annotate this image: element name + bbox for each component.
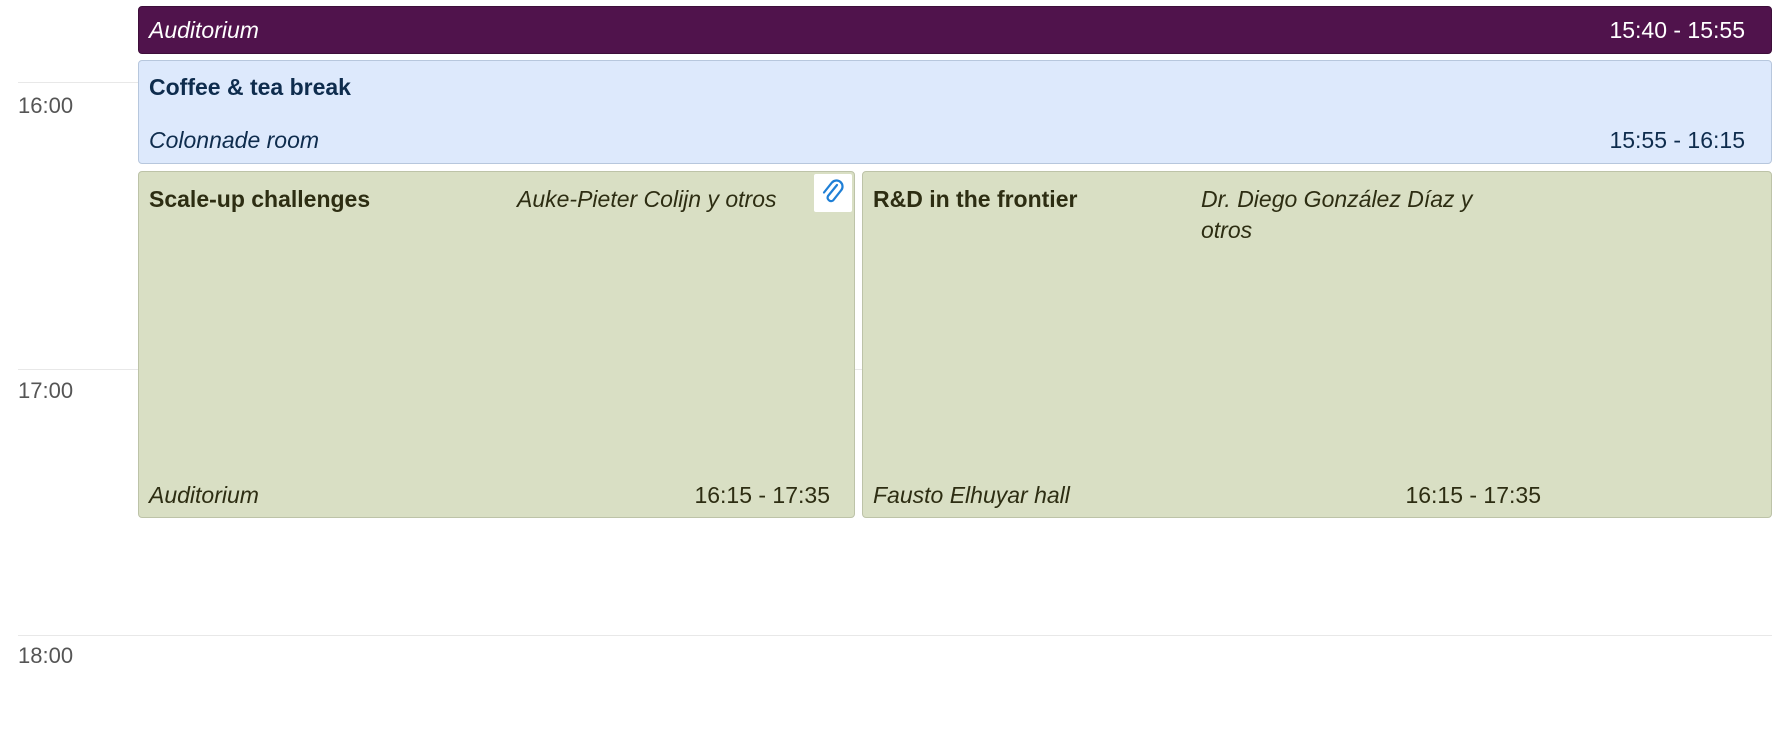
hour-line-1800 <box>18 635 1772 636</box>
event-location: Auditorium <box>149 482 259 508</box>
event-location: Colonnade room <box>149 127 320 153</box>
event-time: 16:15 - 17:35 <box>694 482 830 508</box>
hour-label-1600: 16:00 <box>18 93 74 118</box>
event-speakers-line2: otros <box>1201 217 1253 243</box>
event-title: Scale-up challenges <box>149 186 371 212</box>
event-title: R&D in the frontier <box>873 186 1078 212</box>
event-auditorium[interactable]: Auditorium 15:40 - 15:55 <box>138 6 1772 54</box>
paperclip-icon[interactable] <box>814 174 852 212</box>
event-scale-up-challenges[interactable]: Scale-up challenges Auke-Pieter Colijn y… <box>138 171 855 518</box>
hour-label-1800: 18:00 <box>18 643 74 668</box>
event-title: Coffee & tea break <box>149 74 351 100</box>
event-rnd-frontier[interactable]: R&D in the frontier Dr. Diego González D… <box>862 171 1772 518</box>
event-location: Auditorium <box>149 17 259 43</box>
event-time: 15:40 - 15:55 <box>1609 17 1745 43</box>
event-time: 15:55 - 16:15 <box>1609 127 1745 153</box>
event-speakers-line1: Dr. Diego González Díaz y <box>1201 186 1473 212</box>
event-coffee-break[interactable]: Coffee & tea break Colonnade room 15:55 … <box>138 60 1772 164</box>
event-location: Fausto Elhuyar hall <box>873 482 1070 508</box>
event-time: 16:15 - 17:35 <box>1405 482 1541 508</box>
event-speakers: Auke-Pieter Colijn y otros <box>517 186 777 212</box>
hour-label-1700: 17:00 <box>18 378 74 403</box>
